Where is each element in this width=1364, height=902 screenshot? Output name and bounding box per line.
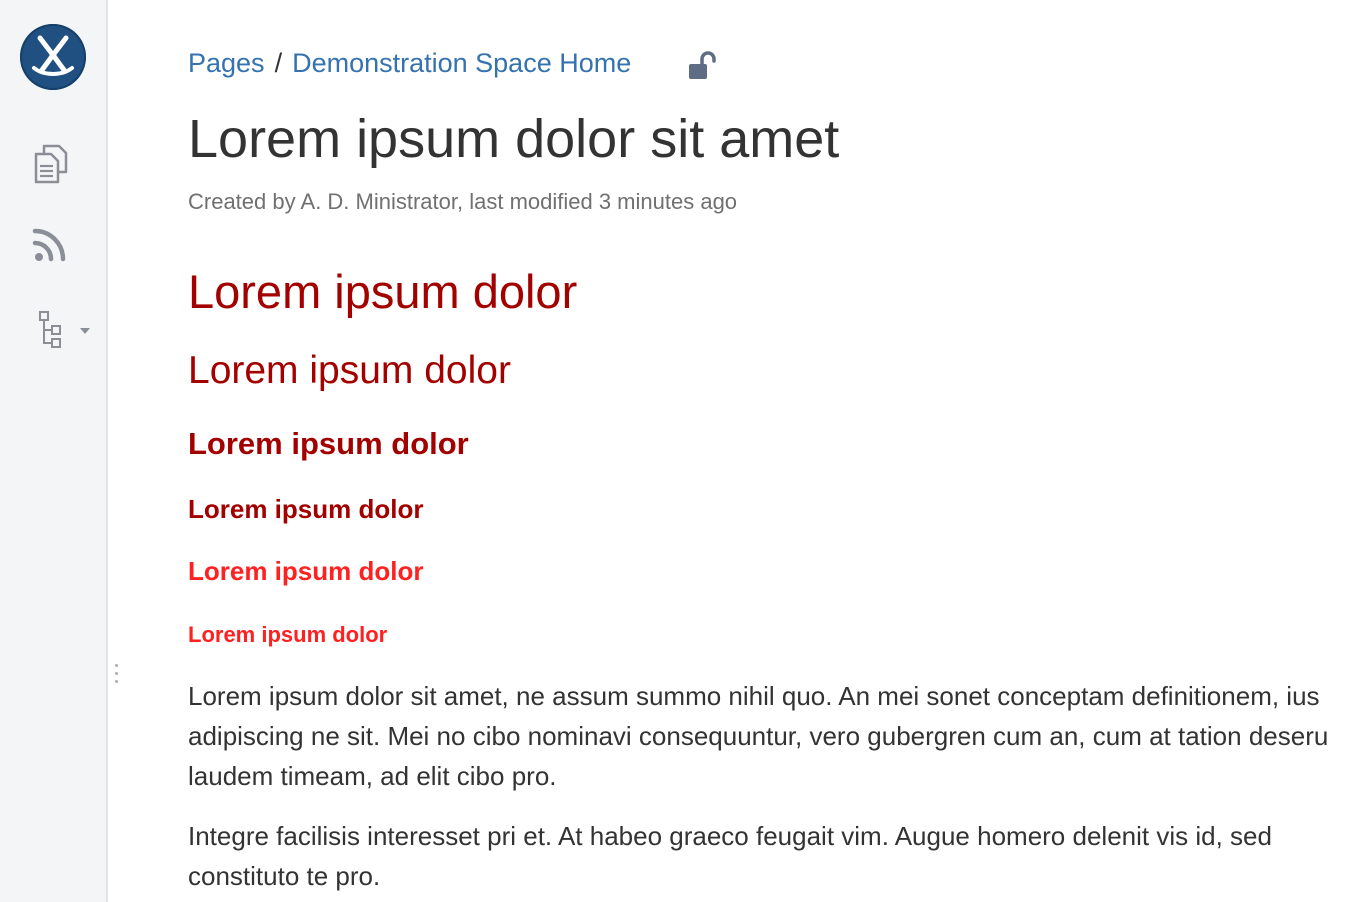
heading-2: Lorem ipsum dolor	[188, 349, 511, 392]
paragraph-line: constituto te pro.	[188, 861, 381, 891]
heading-1: Lorem ipsum dolor	[188, 265, 578, 318]
confluence-logo-icon[interactable]	[20, 24, 86, 90]
paragraph-2: Integre facilisis interesset pri et. At …	[188, 816, 1364, 896]
paragraph-line: Lorem ipsum dolor sit amet, ne assum sum…	[188, 681, 1320, 711]
breadcrumb: Pages / Demonstration Space Home	[188, 48, 631, 79]
paragraph-1: Lorem ipsum dolor sit amet, ne assum sum…	[188, 676, 1364, 796]
paragraph-line: Integre facilisis interesset pri et. At …	[188, 821, 1272, 851]
breadcrumb-separator: /	[274, 48, 283, 78]
chevron-down-icon[interactable]	[80, 328, 90, 334]
sidebar-resize-handle[interactable]	[115, 664, 121, 694]
paragraph-line: adipiscing ne sit. Mei no cibo nominavi …	[188, 721, 1329, 751]
breadcrumb-link-space-home[interactable]: Demonstration Space Home	[292, 48, 631, 78]
heading-4: Lorem ipsum dolor	[188, 494, 424, 524]
heading-5: Lorem ipsum dolor	[188, 556, 424, 586]
breadcrumb-link-pages[interactable]: Pages	[188, 48, 265, 78]
pages-icon[interactable]	[30, 142, 74, 186]
page-byline: Created by A. D. Ministrator, last modif…	[188, 189, 738, 214]
rss-feed-icon[interactable]	[30, 224, 74, 268]
heading-3: Lorem ipsum dolor	[188, 426, 469, 461]
main-content: Pages / Demonstration Space Home Lorem ips…	[188, 0, 1364, 902]
page-tree-icon[interactable]	[30, 308, 74, 352]
unlocked-padlock-icon[interactable]	[688, 50, 716, 80]
paragraph-line: laudem timeam, ad elit cibo pro.	[188, 761, 557, 791]
heading-6: Lorem ipsum dolor	[188, 622, 388, 647]
page-title: Lorem ipsum dolor sit amet	[188, 109, 840, 169]
left-sidebar	[0, 0, 108, 902]
